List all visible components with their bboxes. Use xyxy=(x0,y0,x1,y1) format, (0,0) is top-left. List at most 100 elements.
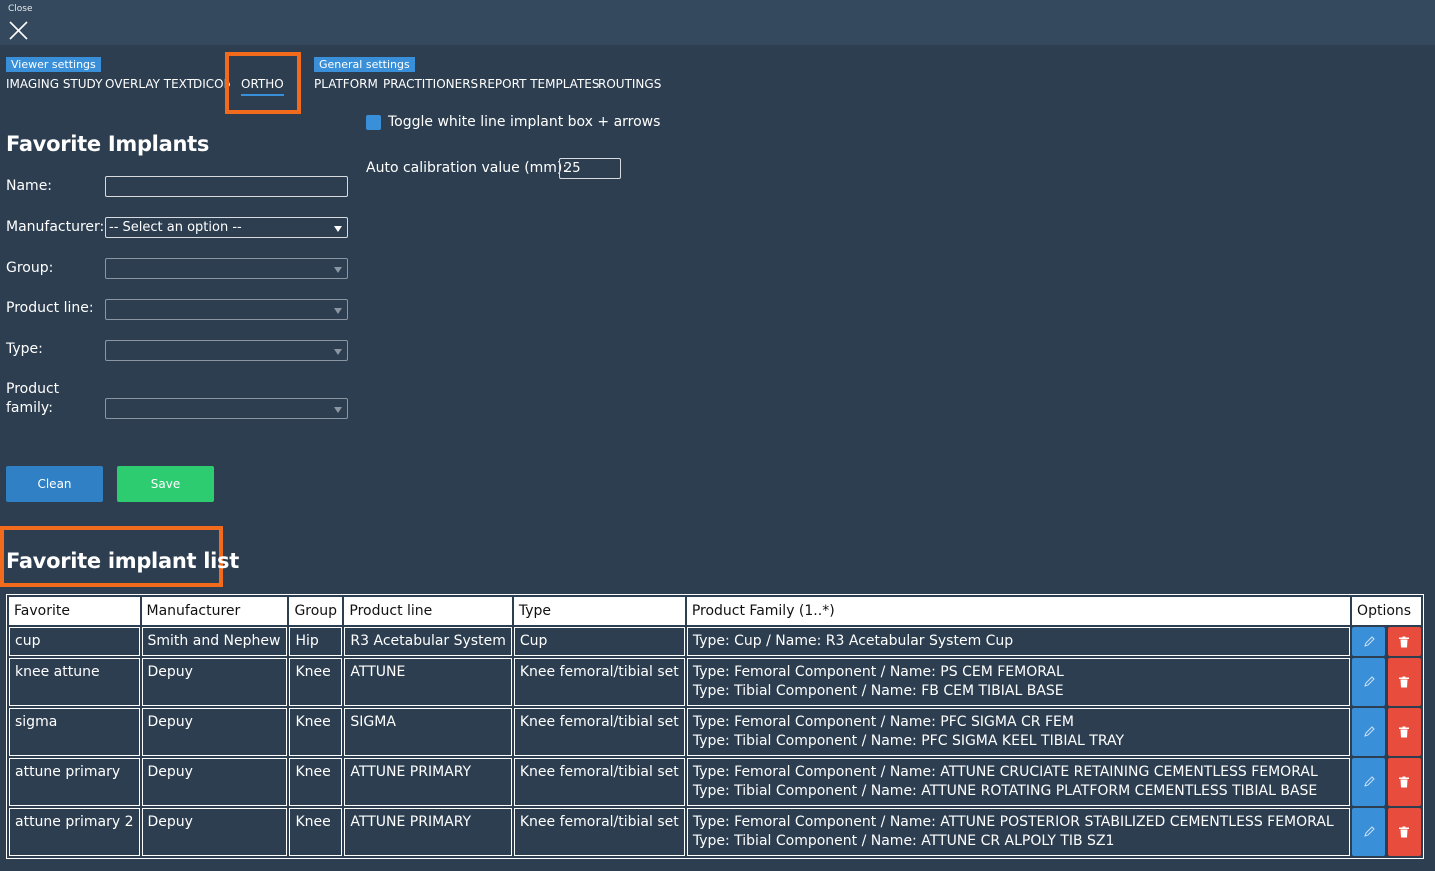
edit-button[interactable] xyxy=(1352,758,1386,806)
chevron-down-icon xyxy=(334,308,342,314)
col-group: Group xyxy=(289,597,343,625)
cell-favorite: attune primary xyxy=(9,758,140,806)
cell-product-line: R3 Acetabular System xyxy=(344,627,512,656)
name-label: Name: xyxy=(6,178,53,194)
tab-imaging-study[interactable]: IMAGING STUDY xyxy=(6,77,102,92)
family-line: Type: Cup / Name: R3 Acetabular System C… xyxy=(692,633,1014,649)
table-row: attune primary 2 Depuy Knee ATTUNE PRIMA… xyxy=(9,808,1421,856)
pencil-icon xyxy=(1363,826,1375,837)
manufacturer-label: Manufacturer: xyxy=(6,219,105,235)
cell-edit xyxy=(1352,808,1386,856)
family-line: Type: Tibial Component / Name: FB CEM TI… xyxy=(692,683,1064,699)
chevron-down-icon xyxy=(334,407,342,413)
cell-product-family: Type: Femoral Component / Name: ATTUNE C… xyxy=(686,758,1351,806)
cell-product-line: ATTUNE PRIMARY xyxy=(344,808,512,856)
delete-button[interactable] xyxy=(1387,658,1421,706)
col-product-line: Product line xyxy=(344,597,512,625)
trash-icon xyxy=(1399,676,1409,688)
cell-group: Knee xyxy=(289,658,343,706)
cell-group: Knee xyxy=(289,758,343,806)
clean-button[interactable]: Clean xyxy=(6,466,103,502)
chevron-down-icon xyxy=(334,267,342,273)
tab-overlay-text[interactable]: OVERLAY TEXT xyxy=(105,77,194,92)
cell-delete xyxy=(1387,708,1422,756)
table-row: knee attune Depuy Knee ATTUNE Knee femor… xyxy=(9,658,1421,706)
tab-practitioners[interactable]: PRACTITIONERS xyxy=(383,77,478,92)
col-favorite: Favorite xyxy=(9,597,140,625)
type-select[interactable] xyxy=(105,340,348,361)
tab-platform[interactable]: PLATFORM xyxy=(314,77,378,92)
auto-calibration-input[interactable]: 25 xyxy=(559,158,621,179)
trash-icon xyxy=(1399,636,1409,647)
product-line-select[interactable] xyxy=(105,299,348,320)
manufacturer-select[interactable]: -- Select an option -- xyxy=(105,217,348,238)
ortho-highlight-box xyxy=(225,52,301,114)
toggle-white-line-checkbox[interactable] xyxy=(366,115,381,130)
save-button[interactable]: Save xyxy=(117,466,214,502)
product-family-select[interactable] xyxy=(105,398,348,419)
name-input[interactable] xyxy=(105,176,348,197)
auto-calibration-label: Auto calibration value (mm): xyxy=(366,160,568,176)
col-manufacturer: Manufacturer xyxy=(141,597,288,625)
cell-manufacturer: Depuy xyxy=(141,708,288,756)
table-header-row: Favorite Manufacturer Group Product line… xyxy=(9,597,1421,625)
cell-manufacturer: Smith and Nephew xyxy=(141,627,288,656)
delete-button[interactable] xyxy=(1387,808,1421,856)
pencil-icon xyxy=(1363,726,1375,737)
cell-manufacturer: Depuy xyxy=(141,658,288,706)
group-label: Group: xyxy=(6,260,54,276)
chevron-down-icon xyxy=(334,349,342,355)
cell-product-line: ATTUNE xyxy=(344,658,512,706)
family-line: Type: Tibial Component / Name: PFC SIGMA… xyxy=(692,733,1125,749)
product-family-label-line2: family: xyxy=(6,400,53,416)
product-family-label-line1: Product xyxy=(6,381,60,397)
cell-favorite: sigma xyxy=(9,708,140,756)
chevron-down-icon xyxy=(334,226,342,232)
cell-edit xyxy=(1352,627,1386,656)
group-select[interactable] xyxy=(105,258,348,279)
family-line: Type: Femoral Component / Name: ATTUNE C… xyxy=(692,764,1318,780)
product-line-label: Product line: xyxy=(6,300,94,316)
family-line: Type: Tibial Component / Name: ATTUNE CR… xyxy=(692,833,1115,849)
table-row: cup Smith and Nephew Hip R3 Acetabular S… xyxy=(9,627,1421,656)
cell-edit xyxy=(1352,658,1386,706)
type-label: Type: xyxy=(6,341,43,357)
trash-icon xyxy=(1399,726,1409,738)
edit-button[interactable] xyxy=(1352,708,1386,756)
family-line: Type: Femoral Component / Name: PS CEM F… xyxy=(692,664,1064,680)
cell-type: Cup xyxy=(513,627,685,656)
cell-group: Knee xyxy=(289,708,343,756)
cell-delete xyxy=(1387,658,1422,706)
tab-report-templates[interactable]: REPORT TEMPLATES xyxy=(479,77,599,92)
close-icon[interactable] xyxy=(9,21,28,40)
delete-button[interactable] xyxy=(1387,708,1421,756)
cell-product-line: ATTUNE PRIMARY xyxy=(344,758,512,806)
delete-button[interactable] xyxy=(1387,758,1421,806)
delete-button[interactable] xyxy=(1387,627,1421,656)
viewer-settings-group: Viewer settings xyxy=(6,57,101,72)
cell-product-line: SIGMA xyxy=(344,708,512,756)
cell-favorite: attune primary 2 xyxy=(9,808,140,856)
tab-routings[interactable]: ROUTINGS xyxy=(598,77,661,92)
family-line: Type: Tibial Component / Name: ATTUNE RO… xyxy=(692,783,1318,799)
cell-delete xyxy=(1387,758,1422,806)
col-type: Type xyxy=(513,597,685,625)
family-line: Type: Femoral Component / Name: ATTUNE P… xyxy=(692,814,1334,830)
col-options: Options xyxy=(1352,597,1421,625)
cell-type: Knee femoral/tibial set xyxy=(513,808,685,856)
edit-button[interactable] xyxy=(1352,808,1386,856)
pencil-icon xyxy=(1363,635,1375,647)
col-product-family: Product Family (1..*) xyxy=(686,597,1351,625)
cell-product-family: Type: Femoral Component / Name: PS CEM F… xyxy=(686,658,1351,706)
cell-edit xyxy=(1352,708,1386,756)
table-row: attune primary Depuy Knee ATTUNE PRIMARY… xyxy=(9,758,1421,806)
cell-manufacturer: Depuy xyxy=(141,758,288,806)
cell-product-family: Type: Cup / Name: R3 Acetabular System C… xyxy=(686,627,1351,656)
edit-button[interactable] xyxy=(1352,658,1386,706)
cell-type: Knee femoral/tibial set xyxy=(513,708,685,756)
cell-group: Knee xyxy=(289,808,343,856)
top-bar: Close xyxy=(0,0,1435,45)
edit-button[interactable] xyxy=(1352,627,1386,656)
close-label: Close xyxy=(8,4,33,14)
cell-delete xyxy=(1387,627,1422,656)
